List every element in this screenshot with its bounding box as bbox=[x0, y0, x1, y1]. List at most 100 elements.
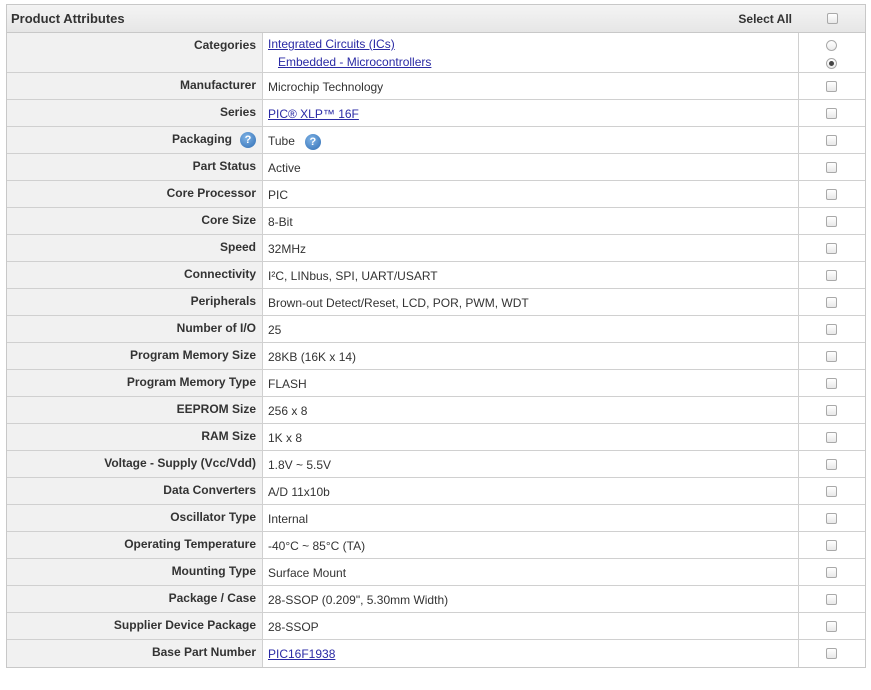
attribute-value: 28-SSOP bbox=[263, 613, 799, 639]
attribute-checkbox[interactable] bbox=[826, 594, 837, 605]
attribute-checkbox[interactable] bbox=[826, 378, 837, 389]
attribute-value: Brown-out Detect/Reset, LCD, POR, PWM, W… bbox=[263, 289, 799, 315]
attribute-label-text: Packaging bbox=[171, 132, 232, 146]
attribute-select-cell bbox=[799, 289, 865, 315]
attribute-value: I²C, LINbus, SPI, UART/USART bbox=[263, 262, 799, 288]
attribute-checkbox[interactable] bbox=[826, 648, 837, 659]
attribute-value: Surface Mount bbox=[263, 559, 799, 585]
category-radio-microcontrollers[interactable] bbox=[826, 58, 837, 69]
attribute-select-cell bbox=[799, 478, 865, 504]
attribute-label-text: Connectivity bbox=[183, 267, 256, 281]
attribute-row: RAM Size 1K x 8 bbox=[7, 424, 865, 451]
table-title: Product Attributes bbox=[11, 11, 125, 26]
attribute-value: A/D 11x10b bbox=[263, 478, 799, 504]
help-icon[interactable]: ? bbox=[240, 132, 256, 148]
select-all-label: Select All bbox=[738, 11, 792, 26]
table-header: Product Attributes Select All bbox=[7, 5, 865, 33]
attribute-value-link[interactable]: PIC16F1938 bbox=[268, 647, 335, 661]
attribute-value-text: -40°C ~ 85°C (TA) bbox=[268, 539, 366, 553]
attribute-label-text: Series bbox=[219, 105, 256, 119]
attribute-value: -40°C ~ 85°C (TA) bbox=[263, 532, 799, 558]
attribute-value-text: 256 x 8 bbox=[268, 404, 308, 418]
attribute-label: Package / Case bbox=[7, 586, 263, 612]
attribute-select-cell bbox=[799, 451, 865, 477]
attribute-value-text: 28-SSOP (0.209", 5.30mm Width) bbox=[268, 593, 449, 607]
attribute-label-text: Oscillator Type bbox=[170, 510, 256, 524]
attribute-row: EEPROM Size 256 x 8 bbox=[7, 397, 865, 424]
attribute-select-cell bbox=[799, 235, 865, 261]
help-icon[interactable]: ? bbox=[304, 134, 321, 150]
category-link-ics[interactable]: Integrated Circuits (ICs) bbox=[268, 37, 395, 51]
attribute-checkbox[interactable] bbox=[826, 540, 837, 551]
attribute-value: 1.8V ~ 5.5V bbox=[263, 451, 799, 477]
attribute-select-cell bbox=[799, 73, 865, 99]
attribute-checkbox[interactable] bbox=[826, 432, 837, 443]
attribute-value-text: Internal bbox=[268, 512, 309, 526]
attribute-row: Speed 32MHz bbox=[7, 235, 865, 262]
attribute-checkbox[interactable] bbox=[826, 243, 837, 254]
attribute-label-text: Mounting Type bbox=[171, 564, 256, 578]
attribute-value-text: A/D 11x10b bbox=[268, 485, 330, 499]
attribute-checkbox[interactable] bbox=[826, 621, 837, 632]
attribute-select-cell bbox=[799, 586, 865, 612]
category-link-microcontrollers[interactable]: Embedded - Microcontrollers bbox=[278, 55, 431, 69]
attribute-checkbox[interactable] bbox=[826, 270, 837, 281]
attribute-row: Data Converters A/D 11x10b bbox=[7, 478, 865, 505]
attribute-label: Supplier Device Package bbox=[7, 613, 263, 639]
attribute-select-cell bbox=[799, 505, 865, 531]
attribute-checkbox[interactable] bbox=[826, 162, 837, 173]
attribute-value: 256 x 8 bbox=[263, 397, 799, 423]
attribute-label: Program Memory Size bbox=[7, 343, 263, 369]
attribute-label: Base Part Number bbox=[7, 640, 263, 667]
attribute-checkbox[interactable] bbox=[826, 135, 837, 146]
attribute-value: Internal bbox=[263, 505, 799, 531]
attribute-row: Program Memory Size 28KB (16K x 14) bbox=[7, 343, 865, 370]
attribute-label: Speed bbox=[7, 235, 263, 261]
attribute-value-link[interactable]: PIC® XLP™ 16F bbox=[268, 107, 359, 121]
attribute-row: Series PIC® XLP™ 16F bbox=[7, 100, 865, 127]
attribute-select-cell bbox=[799, 370, 865, 396]
attribute-row: Operating Temperature -40°C ~ 85°C (TA) bbox=[7, 532, 865, 559]
product-attributes-table: Product Attributes Select All Categories… bbox=[6, 4, 866, 668]
attribute-select-cell bbox=[799, 154, 865, 180]
attribute-label: Voltage - Supply (Vcc/Vdd) bbox=[7, 451, 263, 477]
attribute-checkbox[interactable] bbox=[826, 297, 837, 308]
attribute-select-cell bbox=[799, 559, 865, 585]
attribute-checkbox[interactable] bbox=[826, 405, 837, 416]
attribute-label-text: Package / Case bbox=[168, 591, 256, 605]
attribute-row: Voltage - Supply (Vcc/Vdd) 1.8V ~ 5.5V bbox=[7, 451, 865, 478]
attribute-label-text: Base Part Number bbox=[151, 645, 256, 659]
attribute-checkbox[interactable] bbox=[826, 189, 837, 200]
attribute-checkbox[interactable] bbox=[826, 351, 837, 362]
attribute-value: PIC16F1938 bbox=[263, 640, 799, 667]
attribute-value: FLASH bbox=[263, 370, 799, 396]
attribute-checkbox[interactable] bbox=[826, 486, 837, 497]
attribute-label-text: Peripherals bbox=[190, 294, 256, 308]
attribute-label: Peripherals bbox=[7, 289, 263, 315]
attribute-select-cell bbox=[799, 613, 865, 639]
attribute-row: Core Size 8-Bit bbox=[7, 208, 865, 235]
attribute-checkbox[interactable] bbox=[826, 324, 837, 335]
attribute-row: Base Part Number PIC16F1938 bbox=[7, 640, 865, 667]
attribute-select-cell bbox=[799, 640, 865, 667]
attribute-value: 8-Bit bbox=[263, 208, 799, 234]
attribute-value: PIC® XLP™ 16F bbox=[263, 100, 799, 126]
attribute-select-cell bbox=[799, 181, 865, 207]
attribute-label: Data Converters bbox=[7, 478, 263, 504]
attribute-select-cell bbox=[799, 127, 865, 153]
attribute-checkbox[interactable] bbox=[826, 108, 837, 119]
category-select-cell bbox=[799, 33, 865, 72]
attribute-row: Packaging? Tube? bbox=[7, 127, 865, 154]
attribute-value-text: Surface Mount bbox=[268, 566, 347, 580]
attribute-label: Mounting Type bbox=[7, 559, 263, 585]
select-all-checkbox[interactable] bbox=[827, 13, 838, 24]
attribute-label-text: RAM Size bbox=[201, 429, 256, 443]
attribute-label-text: Speed bbox=[219, 240, 256, 254]
attribute-checkbox[interactable] bbox=[826, 513, 837, 524]
attribute-checkbox[interactable] bbox=[826, 216, 837, 227]
attribute-row: Core Processor PIC bbox=[7, 181, 865, 208]
attribute-checkbox[interactable] bbox=[826, 567, 837, 578]
attribute-checkbox[interactable] bbox=[826, 459, 837, 470]
category-radio-ics[interactable] bbox=[826, 40, 837, 51]
attribute-checkbox[interactable] bbox=[826, 81, 837, 92]
